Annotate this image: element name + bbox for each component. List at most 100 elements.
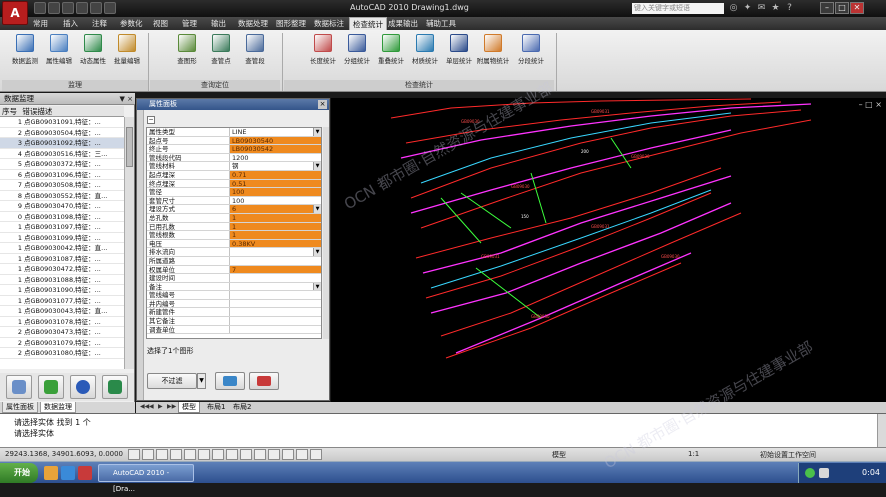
panel-tab-0[interactable]: 属性面板: [2, 402, 38, 413]
menu-tab-12[interactable]: 辅助工具: [423, 17, 459, 30]
list-item[interactable]: 5 点GB09030372,特征：...: [0, 159, 124, 170]
drafting-toggle-button[interactable]: [226, 449, 238, 460]
save-icon[interactable]: [62, 2, 74, 14]
layout-tab-2[interactable]: 布局2: [230, 402, 254, 413]
search-input[interactable]: 键入关键字或短语: [632, 3, 724, 14]
workspace-switch[interactable]: 初始设置工作空间: [760, 450, 816, 460]
drafting-toggle-button[interactable]: [184, 449, 196, 460]
redo-icon[interactable]: [90, 2, 102, 14]
list-item[interactable]: 2 点GB09030504,特征：...: [0, 128, 124, 138]
command-line[interactable]: 请选择实体 找到 1 个 请选择实体: [0, 413, 886, 448]
delete-button[interactable]: [38, 375, 64, 399]
list-item[interactable]: 7 点GB09030508,特征：...: [0, 180, 124, 191]
menu-tab-6[interactable]: 输出: [208, 17, 229, 30]
property-value[interactable]: 1: [230, 222, 321, 231]
property-value[interactable]: LB09030542: [230, 145, 321, 153]
layout-nav-arrow-icon[interactable]: ▶: [158, 403, 166, 412]
property-value[interactable]: 钢 ▼: [230, 162, 321, 170]
ribbon-button-4[interactable]: 查图形: [170, 32, 204, 72]
column-index-header[interactable]: 序号: [0, 106, 20, 117]
property-value[interactable]: 100: [230, 197, 321, 205]
drafting-toggle-button[interactable]: [310, 449, 322, 460]
property-value[interactable]: [230, 317, 321, 325]
property-value[interactable]: LINE ▼: [230, 128, 321, 136]
properties-close-button[interactable]: ×: [318, 100, 327, 109]
model-space-label[interactable]: 模型: [552, 450, 566, 460]
favorites-icon[interactable]: ★: [770, 2, 781, 14]
ribbon-button-2[interactable]: 动态属性: [76, 32, 110, 72]
select-objects-button[interactable]: [215, 372, 245, 390]
property-value[interactable]: [230, 308, 321, 316]
menu-tab-0[interactable]: 常用: [30, 17, 51, 30]
ribbon-button-3[interactable]: 批量编辑: [110, 32, 144, 72]
binoculars-icon[interactable]: ◎: [728, 2, 739, 14]
list-item[interactable]: 1 点GB09031090,特征：...: [0, 285, 124, 296]
list-item[interactable]: 1 点GB09030042,特征：直...: [0, 243, 124, 254]
help-icon[interactable]: ?: [784, 2, 795, 14]
ribbon-button-13[interactable]: 分段统计: [514, 32, 548, 72]
list-item[interactable]: 0 点GB09031098,特征：...: [0, 212, 124, 222]
list-item[interactable]: 1 点GB09031088,特征：...: [0, 275, 124, 285]
chevron-down-icon[interactable]: ▼: [313, 248, 321, 256]
edit-button[interactable]: [249, 372, 279, 390]
menu-tab-9[interactable]: 数据标注: [311, 17, 347, 30]
drafting-toggle-button[interactable]: [156, 449, 168, 460]
list-item[interactable]: 1 点GB09031077,特征：...: [0, 296, 124, 306]
locate-button[interactable]: [6, 375, 32, 399]
ribbon-button-11[interactable]: 单层统计: [442, 32, 476, 72]
menu-tab-10[interactable]: 检查统计: [349, 17, 387, 30]
ribbon-button-10[interactable]: 材质统计: [408, 32, 442, 72]
chevron-down-icon[interactable]: ▼: [313, 282, 321, 291]
drafting-toggle-button[interactable]: [296, 449, 308, 460]
property-value[interactable]: 7: [230, 265, 321, 274]
drafting-toggle-button[interactable]: [240, 449, 252, 460]
open-icon[interactable]: [48, 2, 60, 14]
chevron-down-icon[interactable]: ▼: [313, 128, 321, 136]
drafting-toggle-button[interactable]: [170, 449, 182, 460]
properties-scrollbar[interactable]: [323, 127, 329, 339]
list-item[interactable]: 2 点GB09030473,特征：...: [0, 327, 124, 338]
info-button[interactable]: [70, 375, 96, 399]
command-scrollbar[interactable]: [877, 414, 886, 448]
list-item[interactable]: 1 点GB09030043,特征：直...: [0, 306, 124, 317]
property-value[interactable]: ▼: [230, 282, 321, 291]
property-value[interactable]: 6 ▼: [230, 205, 321, 213]
menu-tab-5[interactable]: 管理: [179, 17, 200, 30]
maximize-button[interactable]: □: [835, 2, 849, 14]
property-value[interactable]: 1: [230, 231, 321, 239]
print-icon[interactable]: [104, 2, 116, 14]
property-value[interactable]: [230, 257, 321, 265]
list-item[interactable]: 1 点GB09030472,特征：...: [0, 264, 124, 275]
ribbon-button-7[interactable]: 长度统计: [306, 32, 340, 72]
ribbon-button-1[interactable]: 属性编辑: [42, 32, 76, 72]
property-value[interactable]: 100: [230, 188, 321, 196]
drafting-toggle-button[interactable]: [198, 449, 210, 460]
drafting-toggle-button[interactable]: [128, 449, 140, 460]
list-item[interactable]: 1 点GB09031078,特征：...: [0, 317, 124, 327]
list-item[interactable]: 2 点GB09031080,特征：...: [0, 348, 124, 359]
export-excel-button[interactable]: [102, 375, 128, 399]
ribbon-button-0[interactable]: 数据监测: [8, 32, 42, 72]
close-button[interactable]: ✕: [850, 2, 864, 14]
explorer-icon[interactable]: [44, 466, 58, 480]
list-item[interactable]: 1 点GB09031097,特征：...: [0, 222, 124, 233]
layout-tab-0[interactable]: 模型: [178, 402, 200, 413]
property-value[interactable]: 1: [230, 213, 321, 222]
panel-tab-1[interactable]: 数据监理: [40, 402, 76, 413]
chevron-down-icon[interactable]: ▼: [197, 373, 206, 389]
chevron-down-icon[interactable]: ▼: [313, 162, 321, 170]
drafting-toggle-button[interactable]: [268, 449, 280, 460]
list-scrollbar[interactable]: [124, 117, 134, 369]
list-item[interactable]: 1 点GB09031087,特征：...: [0, 254, 124, 264]
drafting-toggle-button[interactable]: [282, 449, 294, 460]
volume-icon[interactable]: [819, 468, 829, 478]
ribbon-button-8[interactable]: 分组统计: [340, 32, 374, 72]
minimize-button[interactable]: –: [820, 2, 834, 14]
browser-icon[interactable]: [61, 466, 75, 480]
layout-nav-arrow-icon[interactable]: ◀◀: [140, 403, 149, 412]
scrollbar-thumb[interactable]: [126, 127, 133, 167]
list-item[interactable]: 8 点GB09030552,特征：直...: [0, 191, 124, 201]
property-value[interactable]: ▼: [230, 248, 321, 256]
layout-nav-arrow-icon[interactable]: ◀: [149, 403, 157, 412]
undo-icon[interactable]: [76, 2, 88, 14]
